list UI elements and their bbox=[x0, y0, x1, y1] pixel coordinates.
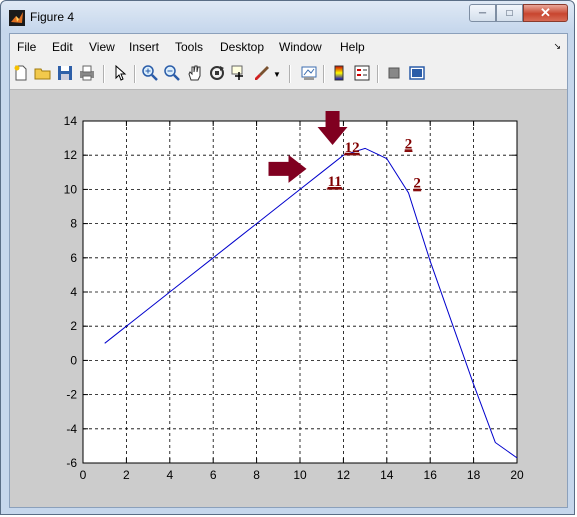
y-tick-label: -2 bbox=[66, 388, 77, 402]
y-tick-label: 10 bbox=[64, 182, 78, 196]
annotation-label[interactable]: 11 bbox=[328, 174, 342, 190]
hide-plot-tools-icon[interactable] bbox=[385, 64, 403, 82]
menu-edit[interactable]: Edit bbox=[52, 40, 73, 54]
maximize-button[interactable]: □ bbox=[496, 4, 523, 22]
x-tick-label: 8 bbox=[253, 468, 260, 482]
menu-tools[interactable]: Tools bbox=[175, 40, 203, 54]
y-tick-label: 6 bbox=[70, 251, 77, 265]
data-cursor-icon[interactable] bbox=[230, 64, 248, 82]
link-plot-icon[interactable] bbox=[300, 64, 318, 82]
legend-icon[interactable] bbox=[353, 64, 371, 82]
maximize-icon: □ bbox=[506, 7, 513, 19]
y-tick-label: 14 bbox=[64, 114, 78, 128]
colorbar-icon[interactable] bbox=[330, 64, 348, 82]
annotation-label[interactable]: 2 bbox=[413, 176, 421, 192]
x-tick-label: 14 bbox=[380, 468, 394, 482]
menu-help[interactable]: Help bbox=[340, 40, 365, 54]
x-tick-label: 12 bbox=[337, 468, 351, 482]
menu-view[interactable]: View bbox=[89, 40, 115, 54]
zoom-out-icon[interactable] bbox=[163, 64, 181, 82]
figure-window: Figure 4 ─ □ ✕ File Edit View Insert Too… bbox=[0, 0, 575, 515]
zoom-in-icon[interactable] bbox=[141, 64, 159, 82]
menu-bar: File Edit View Insert Tools Desktop Wind… bbox=[10, 34, 567, 60]
y-tick-label: 4 bbox=[70, 285, 77, 299]
menu-file[interactable]: File bbox=[17, 40, 36, 54]
menu-insert[interactable]: Insert bbox=[129, 40, 159, 54]
rotate-3d-icon[interactable] bbox=[208, 64, 226, 82]
print-icon[interactable] bbox=[78, 64, 96, 82]
close-button[interactable]: ✕ bbox=[523, 4, 568, 22]
window-title: Figure 4 bbox=[30, 10, 75, 24]
y-tick-label: 0 bbox=[70, 353, 77, 367]
x-tick-label: 2 bbox=[123, 468, 130, 482]
x-tick-label: 0 bbox=[80, 468, 87, 482]
figure-client-area: File Edit View Insert Tools Desktop Wind… bbox=[9, 33, 568, 508]
close-icon: ✕ bbox=[540, 5, 551, 20]
x-tick-label: 16 bbox=[424, 468, 438, 482]
menu-window[interactable]: Window bbox=[279, 40, 322, 54]
pan-hand-icon[interactable] bbox=[186, 64, 204, 82]
x-tick-label: 18 bbox=[467, 468, 481, 482]
dock-arrow-icon[interactable]: ↘ bbox=[553, 41, 561, 52]
matlab-logo-icon bbox=[9, 10, 25, 26]
minimize-icon: ─ bbox=[478, 7, 487, 19]
y-tick-label: 8 bbox=[70, 217, 77, 231]
y-tick-label: -6 bbox=[66, 456, 77, 470]
open-icon[interactable] bbox=[34, 64, 52, 82]
y-tick-label: 12 bbox=[64, 148, 78, 162]
new-figure-icon[interactable] bbox=[12, 64, 30, 82]
show-plot-tools-icon[interactable] bbox=[408, 64, 426, 82]
save-icon[interactable] bbox=[56, 64, 74, 82]
x-tick-label: 4 bbox=[166, 468, 173, 482]
minimize-button[interactable]: ─ bbox=[469, 4, 496, 22]
y-tick-label: 2 bbox=[70, 319, 77, 333]
x-tick-label: 10 bbox=[293, 468, 307, 482]
pointer-icon[interactable] bbox=[111, 64, 129, 82]
annotation-label[interactable]: 2 bbox=[405, 136, 413, 152]
annotation-label[interactable]: 12 bbox=[345, 140, 360, 156]
x-tick-label: 6 bbox=[210, 468, 217, 482]
x-tick-label: 20 bbox=[510, 468, 524, 482]
figure-toolbar: ▼ bbox=[10, 59, 567, 90]
title-bar[interactable]: Figure 4 ─ □ ✕ bbox=[1, 1, 574, 33]
y-tick-label: -4 bbox=[66, 422, 77, 436]
line-chart[interactable]: 0 2 4 6 8 10 12 14 16 18 2014121086420-2-4-6121122 bbox=[10, 90, 567, 507]
brush-icon[interactable] bbox=[253, 64, 271, 82]
menu-desktop[interactable]: Desktop bbox=[220, 40, 264, 54]
